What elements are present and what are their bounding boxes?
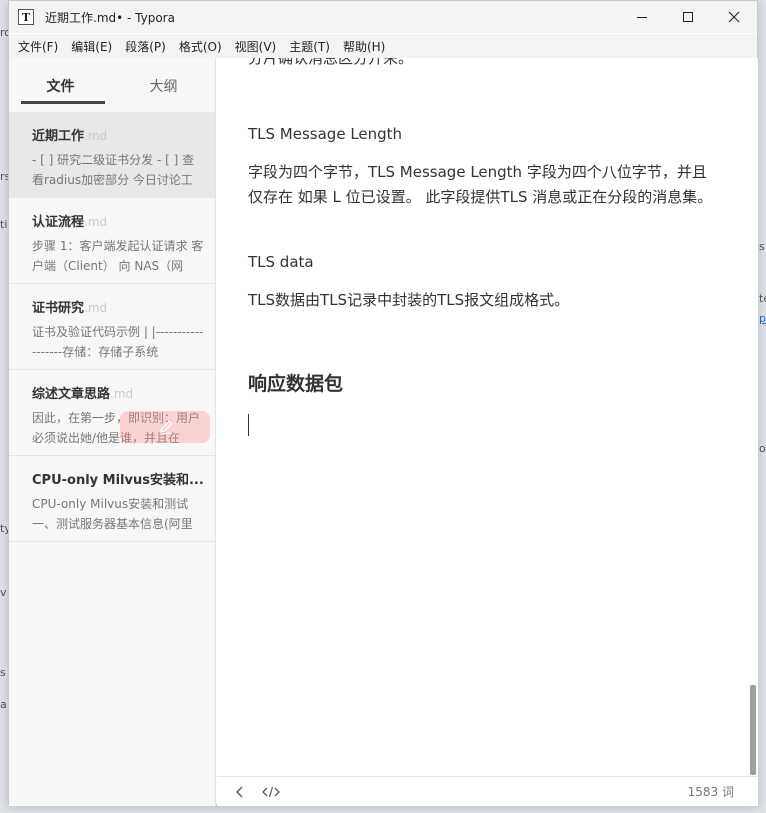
file-title: CPU-only Milvus安装和... [32,469,204,488]
window-controls [619,1,757,33]
file-name: 证书研究 [32,301,85,316]
editor-scrollbar[interactable] [748,58,756,776]
file-extension: .md [84,301,108,315]
maximize-button[interactable] [665,1,711,33]
file-extension: .md [84,215,108,229]
window-title: 近期工作.md• - Typora [45,10,175,25]
file-list-item[interactable]: 近期工作.md - [ ] 研究二级证书分发 - [ ] 查看radius加密部… [9,112,215,198]
file-snippet: CPU-only Milvus安装和测试 一、测试服务器基本信息(阿里 [32,497,193,531]
code-icon [262,786,280,797]
menu-file[interactable]: 文件(F) [13,38,63,55]
text-cursor [248,414,249,436]
maximize-icon [683,12,693,22]
toggle-sidebar-button[interactable] [229,781,251,803]
heading: 响应数据包 [248,373,344,395]
bg-text: s. [759,240,766,253]
scrollbar-thumb[interactable] [750,685,756,775]
typora-window: T 近期工作.md• - Typora 文件(F) 编辑(E) 段落(P) 格式… [8,0,758,806]
paragraph: TLS data [248,253,314,271]
file-title: 近期工作.md [32,125,204,144]
file-snippet: - [ ] 研究二级证书分发 - [ ] 查看radius加密部分 今日讨论工 [32,153,195,187]
edit-watermark-overlay [120,411,210,443]
file-list-item[interactable]: 综述文章思路.md 因此，在第一步，即识别：用户必须说出她/他是谁，并且在 [9,370,215,456]
bg-text: s [0,666,6,679]
file-title: 认证流程.md [32,211,204,230]
file-extension: .md [110,387,134,401]
menu-bar: 文件(F) 编辑(E) 段落(P) 格式(O) 视图(V) 主题(T) 帮助(H… [9,34,757,58]
menu-theme[interactable]: 主题(T) [284,38,335,55]
paragraph: 分片确认消息区分开来。 [248,58,414,67]
menu-format[interactable]: 格式(O) [174,38,227,55]
sidebar: 文件 大纲 近期工作.md - [ ] 研究二级证书分发 - [ ] 查看rad… [9,58,216,806]
file-title: 证书研究.md [32,297,204,316]
typora-app-icon: T [18,9,34,25]
bg-text: v [0,586,7,599]
sidebar-tabs: 文件 大纲 [9,58,215,112]
paragraph: 字段为四个字节，TLS Message Length 字段为四个八位字节，并且仅… [248,163,713,206]
file-extension: .md [84,129,108,143]
file-title: 综述文章思路.md [32,383,204,402]
minimize-button[interactable] [619,1,665,33]
file-snippet: 步骤 1：客户端发起认证请求 客户端（Client） 向 NAS（网 [32,239,204,273]
pencil-icon [159,420,173,435]
word-count[interactable]: 1583 词 [688,783,734,800]
file-name: CPU-only Milvus安装和... [32,473,204,488]
bg-text: ou [759,442,766,455]
editor-area[interactable]: 分片确认消息区分开来。 TLS Message Length 字段为四个字节，T… [217,58,758,776]
file-list-item[interactable]: 证书研究.md 证书及验证代码示例 | |------------------存… [9,284,215,370]
file-list-item[interactable]: CPU-only Milvus安装和... CPU-only Milvus安装和… [9,456,215,542]
close-button[interactable] [711,1,757,33]
menu-edit[interactable]: 编辑(E) [66,38,117,55]
chevron-left-icon [236,786,243,797]
close-icon [728,11,740,23]
paragraph: TLS Message Length [248,125,403,143]
menu-view[interactable]: 视图(V) [230,38,282,55]
file-name: 近期工作 [32,129,85,144]
paragraph: TLS数据由TLS记录中封装的TLS报文组成格式。 [248,291,570,309]
file-name: 综述文章思路 [32,387,111,402]
bg-text: te [759,292,766,305]
file-name: 认证流程 [32,215,85,230]
menu-paragraph[interactable]: 段落(P) [120,38,171,55]
menu-help[interactable]: 帮助(H) [338,38,390,55]
bg-text: a [0,698,7,711]
title-bar[interactable]: T 近期工作.md• - Typora [9,1,757,33]
source-mode-button[interactable] [260,781,282,803]
file-snippet: 证书及验证代码示例 | |------------------存储：存储子系统 [32,325,204,359]
file-list-item[interactable]: 认证流程.md 步骤 1：客户端发起认证请求 客户端（Client） 向 NAS… [9,198,215,284]
tab-outline[interactable]: 大纲 [112,58,215,112]
minimize-icon [637,17,647,18]
active-tab-indicator [21,101,105,104]
status-bar: 1583 词 [217,776,758,806]
bg-link: p [759,312,766,325]
